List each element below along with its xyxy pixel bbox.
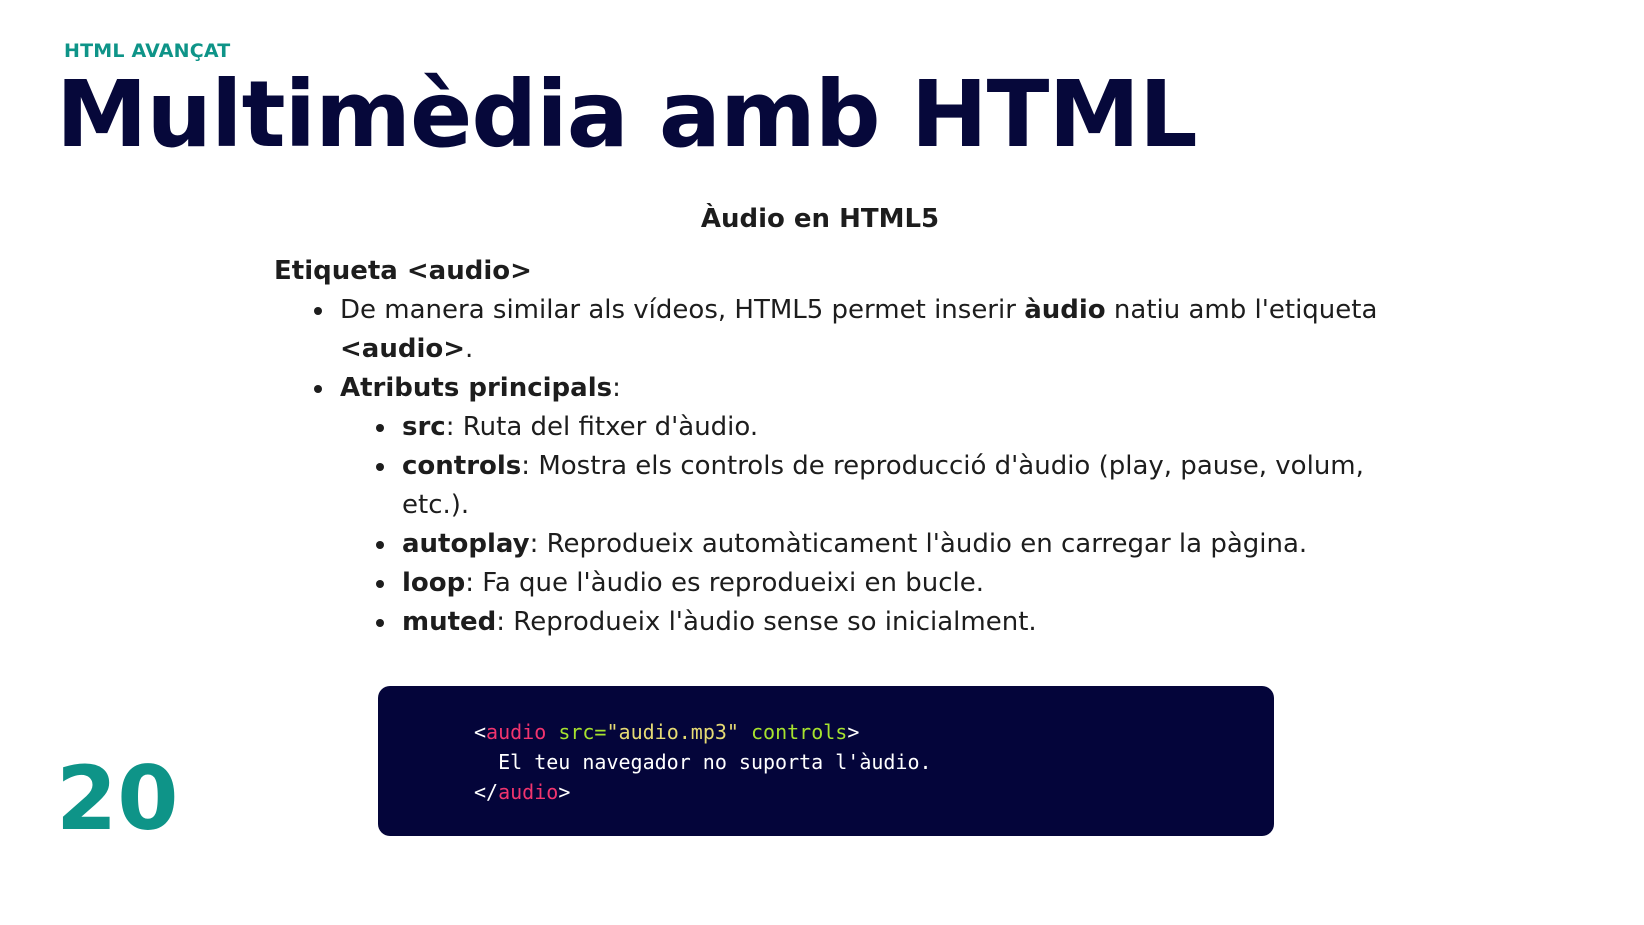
attribute-desc: : Ruta del fitxer d'àudio. bbox=[445, 412, 759, 442]
slide-title: Multimèdia amb HTML bbox=[56, 61, 1198, 168]
code-attr: src= bbox=[558, 720, 607, 744]
code-punct: > bbox=[847, 720, 860, 744]
bullet-bold: àudio bbox=[1024, 295, 1106, 325]
list-item: autoplay: Reprodueix automàticament l'àu… bbox=[398, 525, 1394, 564]
code-punct: < bbox=[474, 720, 487, 744]
list-item: De manera similar als vídeos, HTML5 perm… bbox=[336, 291, 1394, 369]
attribute-desc: : Reprodueix l'àudio sense so inicialmen… bbox=[496, 607, 1037, 637]
section-title: Àudio en HTML5 bbox=[700, 204, 940, 234]
attribute-name: controls bbox=[402, 451, 522, 481]
list-item: controls: Mostra els controls de reprodu… bbox=[398, 447, 1394, 525]
page-number: 20 bbox=[56, 747, 179, 850]
attribute-name: src bbox=[402, 412, 446, 442]
bullet-text: natiu amb l'etiqueta bbox=[1105, 295, 1378, 325]
code-text: El teu navegador no suporta l'àudio. bbox=[474, 750, 932, 774]
attribute-list: src: Ruta del fitxer d'àudio. controls: … bbox=[340, 408, 1394, 642]
bullet-bold: Atributs principals bbox=[340, 373, 613, 403]
attribute-desc: : Reprodueix automàticament l'àudio en c… bbox=[529, 529, 1308, 559]
subheading: Etiqueta <audio> bbox=[274, 256, 532, 286]
attribute-name: autoplay bbox=[402, 529, 530, 559]
code-block: <audio src="audio.mp3" controls> El teu … bbox=[378, 686, 1274, 836]
list-item: Atributs principals: src: Ruta del fitxe… bbox=[336, 369, 1394, 642]
course-label: HTML AVANÇAT bbox=[64, 40, 231, 62]
code-tag: audio bbox=[498, 780, 559, 804]
code-tag: audio bbox=[486, 720, 547, 744]
attribute-name: muted bbox=[402, 607, 497, 637]
list-item: muted: Reprodueix l'àudio sense so inici… bbox=[398, 603, 1394, 642]
code-punct: > bbox=[558, 780, 571, 804]
code-string: "audio.mp3" bbox=[606, 720, 739, 744]
attribute-desc: : Fa que l'àudio es reprodueixi en bucle… bbox=[465, 568, 984, 598]
code-attr: controls bbox=[750, 720, 848, 744]
attribute-desc: : Mostra els controls de reproducció d'à… bbox=[402, 451, 1364, 520]
bullet-text: : bbox=[612, 373, 621, 403]
list-item: src: Ruta del fitxer d'àudio. bbox=[398, 408, 1394, 447]
slide-content: Etiqueta <audio> De manera similar als v… bbox=[274, 252, 1394, 642]
bullet-text: De manera similar als vídeos, HTML5 perm… bbox=[340, 295, 1025, 325]
bullet-list: De manera similar als vídeos, HTML5 perm… bbox=[274, 291, 1394, 642]
list-item: loop: Fa que l'àudio es reprodueixi en b… bbox=[398, 564, 1394, 603]
bullet-text: . bbox=[465, 334, 474, 364]
bullet-bold: <audio> bbox=[340, 334, 466, 364]
code-punct: </ bbox=[474, 780, 499, 804]
attribute-name: loop bbox=[402, 568, 466, 598]
